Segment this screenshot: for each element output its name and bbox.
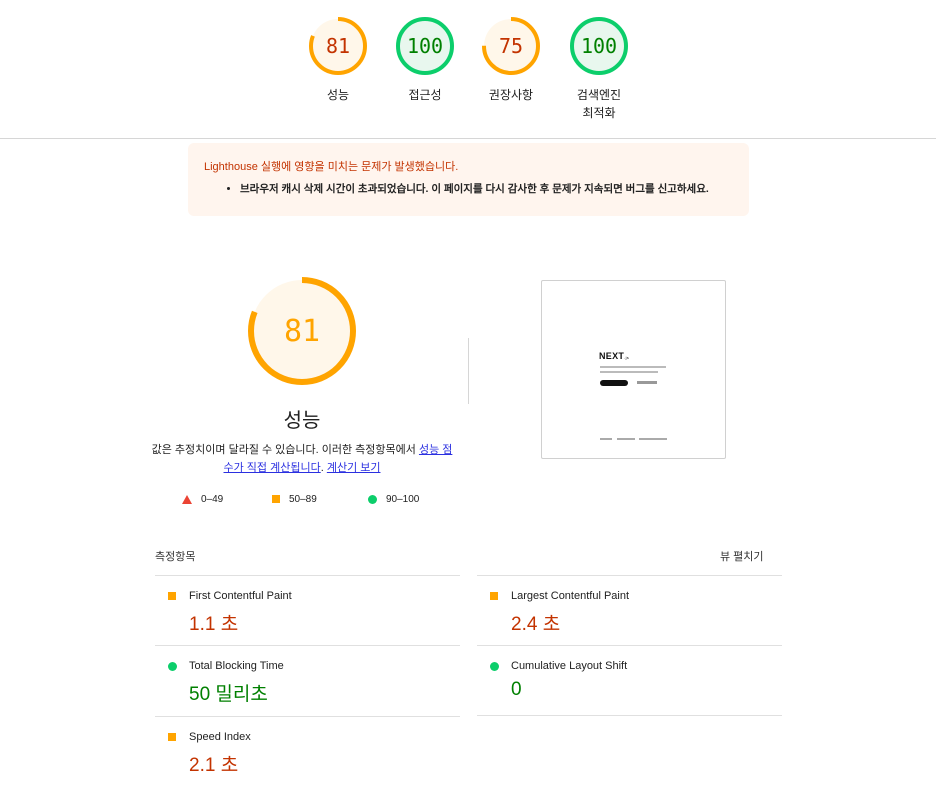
warning-title: Lighthouse 실행에 영향을 미치는 문제가 발생했습니다. [204,161,459,173]
gauge-performance[interactable]: 81 성능 [288,16,388,104]
metric-value: 1.1 초 [189,614,239,635]
legend-average: 50–89 [272,494,317,505]
metric-title: Cumulative Layout Shift [511,660,628,672]
gauge-label: 접근성 [408,88,442,102]
gauge-label: 성능 [326,88,350,102]
metric-value: 2.4 초 [511,614,561,635]
metric-title: Largest Contentful Paint [511,590,630,602]
circle-icon [368,494,377,504]
metric-title: Speed Index [189,731,251,743]
gauge-label: 검색엔진 최적화 [576,88,622,120]
square-icon [490,592,498,600]
circle-icon [490,662,499,671]
metric-cls: Cumulative Layout Shift 0 [477,645,782,715]
metric-value: 0 [511,679,522,700]
thumbnail-footer-link [600,438,612,440]
final-screenshot-thumbnail[interactable]: NEXT.js [541,280,726,459]
triangle-icon [182,494,192,504]
score-summary-header: 81 성능 100 접근성 75 권장사항 100 검색엔진 최적화 [0,0,936,139]
gauge-ring: 100 [396,17,454,75]
gauge-ring: 100 [570,17,628,75]
warning-item: 브라우저 캐시 삭제 시간이 초과되었습니다. 이 페이지를 다시 감사한 후 … [240,182,733,196]
thumbnail-docs-link [637,381,657,384]
gauge-ring: 81 [309,17,367,75]
runtime-warning-box: Lighthouse 실행에 영향을 미치는 문제가 발생했습니다. 브라우저 … [188,143,749,216]
gauge-score: 75 [499,34,523,58]
thumbnail-text-line [600,371,658,373]
gauge-score: 100 [407,34,443,58]
circle-icon [168,662,177,671]
gauge-accessibility[interactable]: 100 접근성 [375,16,475,104]
metric-lcp: Largest Contentful Paint 2.4 초 [477,575,782,645]
legend-pass: 90–100 [368,494,419,505]
square-icon [168,592,176,600]
thumbnail-text-line [600,366,666,368]
metric-title: First Contentful Paint [189,590,292,602]
metric-value: 50 밀리초 [189,684,268,705]
performance-gauge: 81 [248,277,356,385]
gauge-label: 권장사항 [488,88,534,102]
nextjs-logo: NEXT.js [599,351,630,361]
divider [468,338,469,404]
gauge-seo[interactable]: 100 검색엔진 최적화 [549,16,649,122]
thumbnail-footer-link [617,438,635,440]
legend-fail: 0–49 [182,494,223,505]
square-icon [272,495,280,504]
metrics-heading: 측정항목 [155,551,196,563]
square-icon [168,733,176,741]
warning-list: 브라우저 캐시 삭제 시간이 초과되었습니다. 이 페이지를 다시 감사한 후 … [204,182,733,196]
thumbnail-footer-link [639,438,667,440]
performance-description: 값은 추정치이며 달라질 수 있습니다. 이러한 측정항목에서 성능 점수가 직… [151,444,453,474]
gauge-best-practices[interactable]: 75 권장사항 [461,16,561,104]
gauge-score: 81 [326,34,350,58]
performance-title: 성능 [283,410,321,432]
expand-view-button[interactable]: 뷰 펼치기 [720,548,764,564]
gauge-ring: 75 [482,17,540,75]
divider [477,715,782,716]
metric-value: 2.1 초 [189,755,239,776]
thumbnail-deploy-button [600,380,628,386]
metric-fcp: First Contentful Paint 1.1 초 [155,575,460,645]
performance-score: 81 [284,314,320,349]
gauge-score: 100 [581,34,617,58]
metric-tbt: Total Blocking Time 50 밀리초 [155,645,460,715]
calculator-link[interactable]: 계산기 보기 [327,462,381,474]
metric-speed-index: Speed Index 2.1 초 [155,716,460,786]
metric-title: Total Blocking Time [189,660,284,672]
